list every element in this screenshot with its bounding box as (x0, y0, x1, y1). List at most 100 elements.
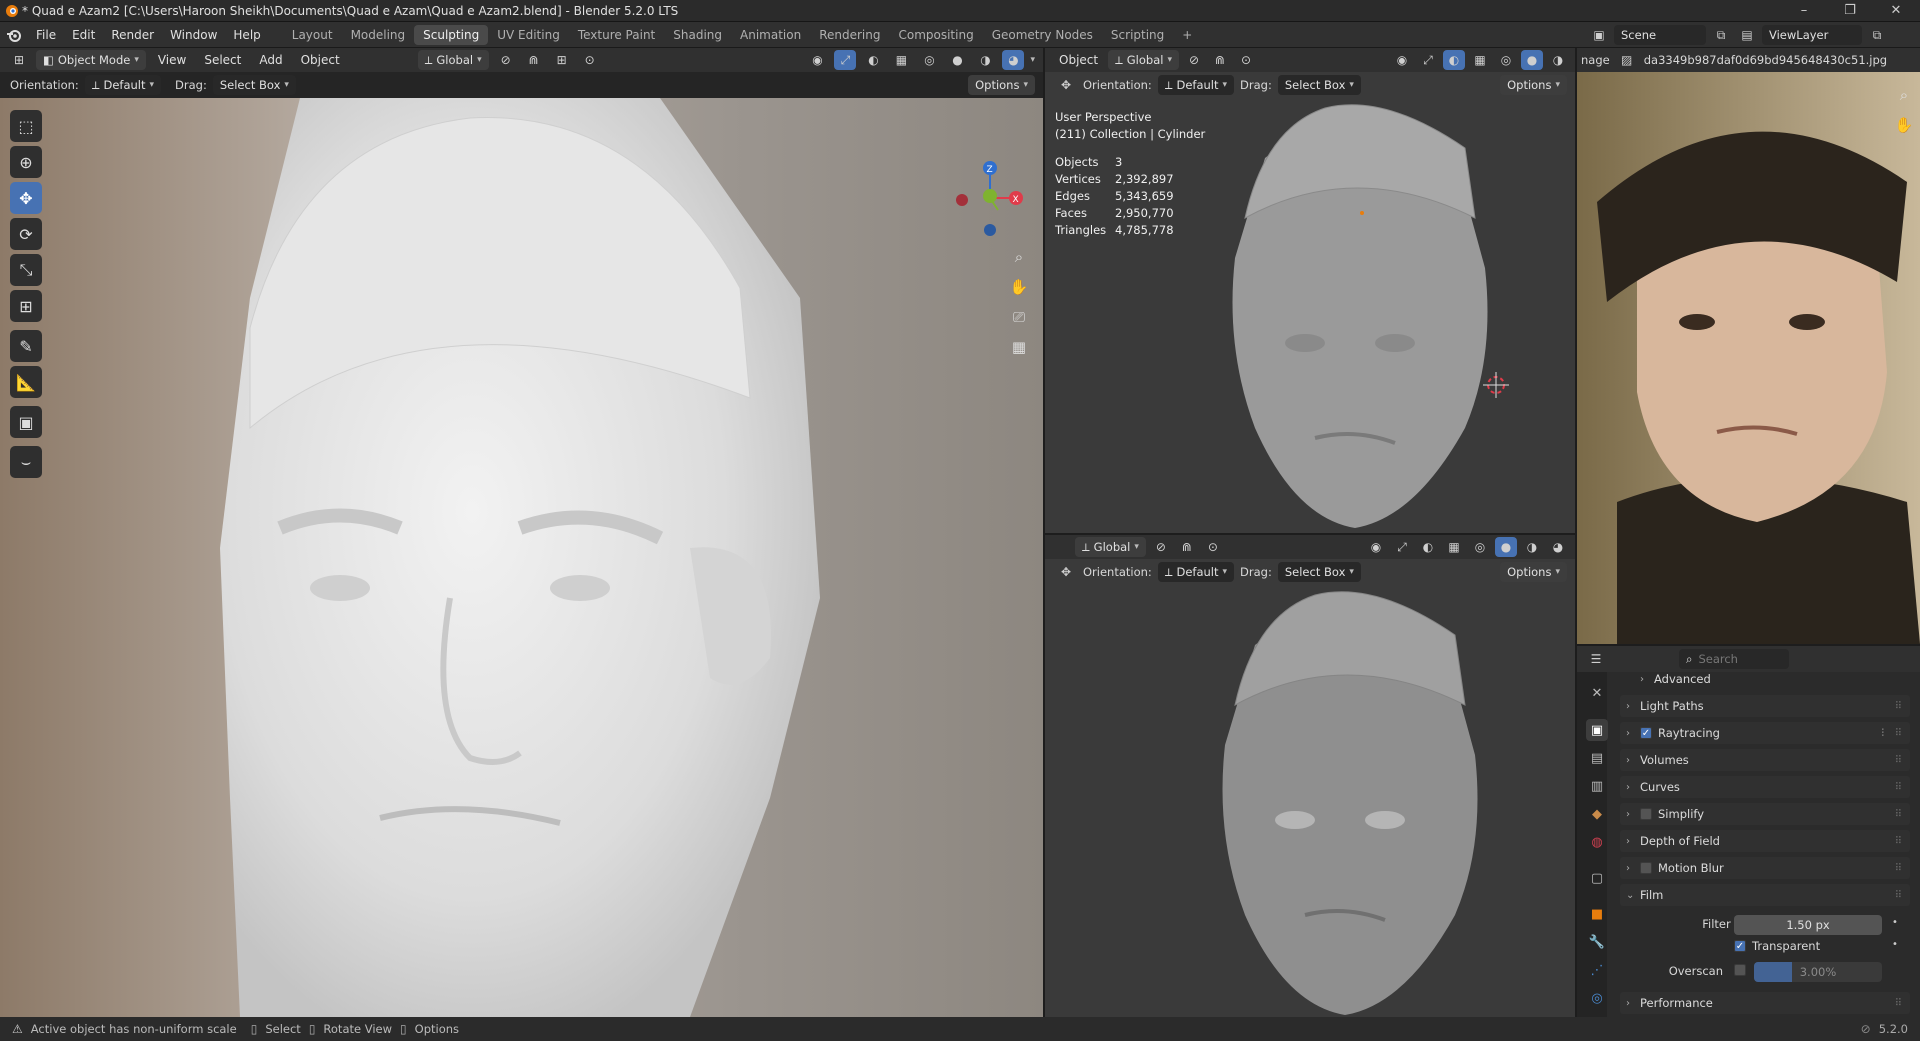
cursor-tool-icon[interactable]: ⊕ (10, 146, 42, 178)
bottom-transform-selector[interactable]: ⟂ Global ▾ (1075, 537, 1146, 557)
visibility-icon[interactable]: ◉ (806, 50, 828, 70)
pivot-icon[interactable]: ⊘ (1183, 50, 1205, 70)
view-layer-icon[interactable]: ▤ (1736, 25, 1758, 45)
section-film[interactable]: ⌄ Film ⠿ (1620, 884, 1910, 906)
properties-search[interactable]: ⌕ Search (1679, 649, 1789, 669)
section-simplify[interactable]: › Simplify ⠿ (1620, 803, 1910, 825)
transparent-toggle[interactable]: ✓ Transparent (1734, 939, 1820, 953)
section-curves[interactable]: › Curves ⠿ (1620, 776, 1910, 798)
mode-selector[interactable]: ◧ Object Mode ▾ (36, 50, 146, 70)
add-workspace-button[interactable]: + (1173, 25, 1201, 45)
annotate-tool-icon[interactable]: ✎ (10, 330, 42, 362)
gizmo-y-axis[interactable] (983, 189, 997, 203)
drag-handle-icon[interactable]: ⠿ (1895, 863, 1902, 874)
menu-render[interactable]: Render (103, 22, 162, 48)
options-button[interactable]: Options ▾ (1500, 562, 1567, 582)
drag-selector[interactable]: Select Box ▾ (212, 75, 296, 95)
modifier-tab-icon[interactable]: 🔧 (1586, 931, 1608, 953)
overlay-icon[interactable]: ◐ (1417, 537, 1439, 557)
main-render-canvas[interactable] (0, 98, 1043, 1017)
shading-options-icon[interactable]: ▾ (1030, 55, 1035, 65)
gizmo-neg-x-axis[interactable] (956, 194, 968, 206)
options-button[interactable]: Options ▾ (968, 75, 1035, 95)
viewport-menu-view[interactable]: View (152, 47, 192, 73)
pivot-icon[interactable]: ⊘ (1150, 537, 1172, 557)
solid-shading-icon[interactable]: ● (946, 50, 968, 70)
tool-tab-icon[interactable]: ✕ (1586, 682, 1608, 704)
simplify-checkbox[interactable] (1640, 808, 1652, 820)
drag-handle-icon[interactable]: ⠿ (1895, 809, 1902, 820)
world-tab-icon[interactable]: ◍ (1586, 831, 1608, 853)
move-tool-icon[interactable]: ✥ (1055, 562, 1077, 582)
menu-window[interactable]: Window (162, 22, 225, 48)
tab-scripting[interactable]: Scripting (1102, 25, 1173, 45)
move-tool-icon[interactable]: ✥ (1055, 75, 1077, 95)
scene-selector[interactable]: Scene (1614, 25, 1706, 45)
image-name[interactable]: da3349b987daf0d69bd945648430c51.jpg (1644, 53, 1904, 67)
orientation-selector[interactable]: ⟂ Default ▾ (1157, 562, 1235, 582)
visibility-icon[interactable]: ◉ (1365, 537, 1387, 557)
top-transform-selector[interactable]: ⟂ Global ▾ (1108, 50, 1179, 70)
tab-geometry-nodes[interactable]: Geometry Nodes (983, 25, 1102, 45)
gizmo-toggle-icon[interactable]: ⤢ (1391, 537, 1413, 557)
motion-blur-checkbox[interactable] (1640, 862, 1652, 874)
measure-tool-icon[interactable]: 📐 (10, 366, 42, 398)
menu-help[interactable]: Help (225, 22, 268, 48)
presets-icon[interactable]: ⫶ (1882, 728, 1885, 739)
object-tab-icon[interactable]: ■ (1586, 903, 1608, 925)
drag-handle-icon[interactable]: ⠿ (1895, 701, 1902, 712)
editor-type-icon[interactable]: ☰ (1585, 649, 1607, 669)
section-depth-of-field[interactable]: › Depth of Field ⠿ (1620, 830, 1910, 852)
blender-menu-icon[interactable] (0, 28, 28, 42)
pan-hand-icon[interactable]: ✋ (1006, 274, 1032, 300)
rendered-shading-icon[interactable]: ◕ (1547, 537, 1569, 557)
material-shading-icon[interactable]: ◑ (1521, 537, 1543, 557)
move-tool-icon[interactable]: ✥ (10, 182, 42, 214)
tab-shading[interactable]: Shading (664, 25, 731, 45)
new-scene-icon[interactable]: ⧉ (1710, 25, 1732, 45)
editor-type-icon[interactable]: ⊞ (8, 50, 30, 70)
collection-tab-icon[interactable]: ▢ (1586, 867, 1608, 889)
pan-hand-icon[interactable]: ✋ (1891, 112, 1917, 138)
drag-selector[interactable]: Select Box ▾ (1277, 75, 1361, 95)
snap-icon[interactable]: ⋒ (1176, 537, 1198, 557)
solid-head-preview-2[interactable] (1175, 585, 1525, 1019)
overscan-checkbox-wrap[interactable] (1734, 964, 1752, 979)
options-button[interactable]: Options ▾ (1500, 75, 1567, 95)
gizmo-toggle-icon[interactable]: ⤢ (1417, 50, 1439, 70)
scene-icon[interactable]: ▣ (1588, 25, 1610, 45)
drag-handle-icon[interactable]: ⠿ (1895, 890, 1902, 901)
tab-animation[interactable]: Animation (731, 25, 810, 45)
transform-orientation-selector[interactable]: ⟂ Global ▾ (417, 50, 489, 70)
tab-layout[interactable]: Layout (283, 25, 342, 45)
keyframe-dot-icon[interactable]: • (1892, 939, 1898, 950)
orientation-selector[interactable]: ⟂ Default ▾ (84, 75, 162, 95)
gizmo-toggle-icon[interactable]: ⤢ (834, 50, 857, 70)
render-tab-icon[interactable]: ▣ (1586, 719, 1608, 741)
navigation-gizmo[interactable]: Z X (950, 158, 1030, 238)
viewport-menu-object[interactable]: Object (295, 47, 346, 73)
filter-size-field[interactable]: 1.50 px (1734, 915, 1882, 935)
proportional-edit-icon[interactable]: ⊙ (1235, 50, 1257, 70)
section-raytracing[interactable]: › ✓ Raytracing ⫶ ⠿ (1620, 722, 1910, 744)
rendered-shading-icon[interactable]: ◕ (1002, 50, 1025, 70)
tab-texture-paint[interactable]: Texture Paint (569, 25, 664, 45)
scene-tab-icon[interactable]: ◆ (1586, 803, 1608, 825)
drag-handle-icon[interactable]: ⠿ (1895, 998, 1902, 1009)
gizmo-neg-z-axis[interactable] (984, 224, 996, 236)
particles-tab-icon[interactable]: ⋰ (1586, 959, 1608, 981)
solid-shading-icon[interactable]: ● (1495, 537, 1517, 557)
tab-uv-editing[interactable]: UV Editing (488, 25, 569, 45)
drag-selector[interactable]: Select Box ▾ (1277, 562, 1361, 582)
snap-icon[interactable]: ⋒ (1209, 50, 1231, 70)
tab-sculpting[interactable]: Sculpting (414, 24, 489, 45)
overlay-icon[interactable]: ◐ (862, 50, 884, 70)
tab-compositing[interactable]: Compositing (889, 25, 982, 45)
menu-file[interactable]: File (28, 22, 64, 48)
viewport-menu-add[interactable]: Add (253, 47, 288, 73)
camera-view-icon[interactable]: ⎚ (1006, 304, 1032, 330)
drag-handle-icon[interactable]: ⠿ (1895, 755, 1902, 766)
view-layer-selector[interactable]: ViewLayer (1762, 25, 1862, 45)
close-button[interactable]: ✕ (1882, 2, 1910, 20)
transform-tool-icon[interactable]: ⊞ (10, 290, 42, 322)
